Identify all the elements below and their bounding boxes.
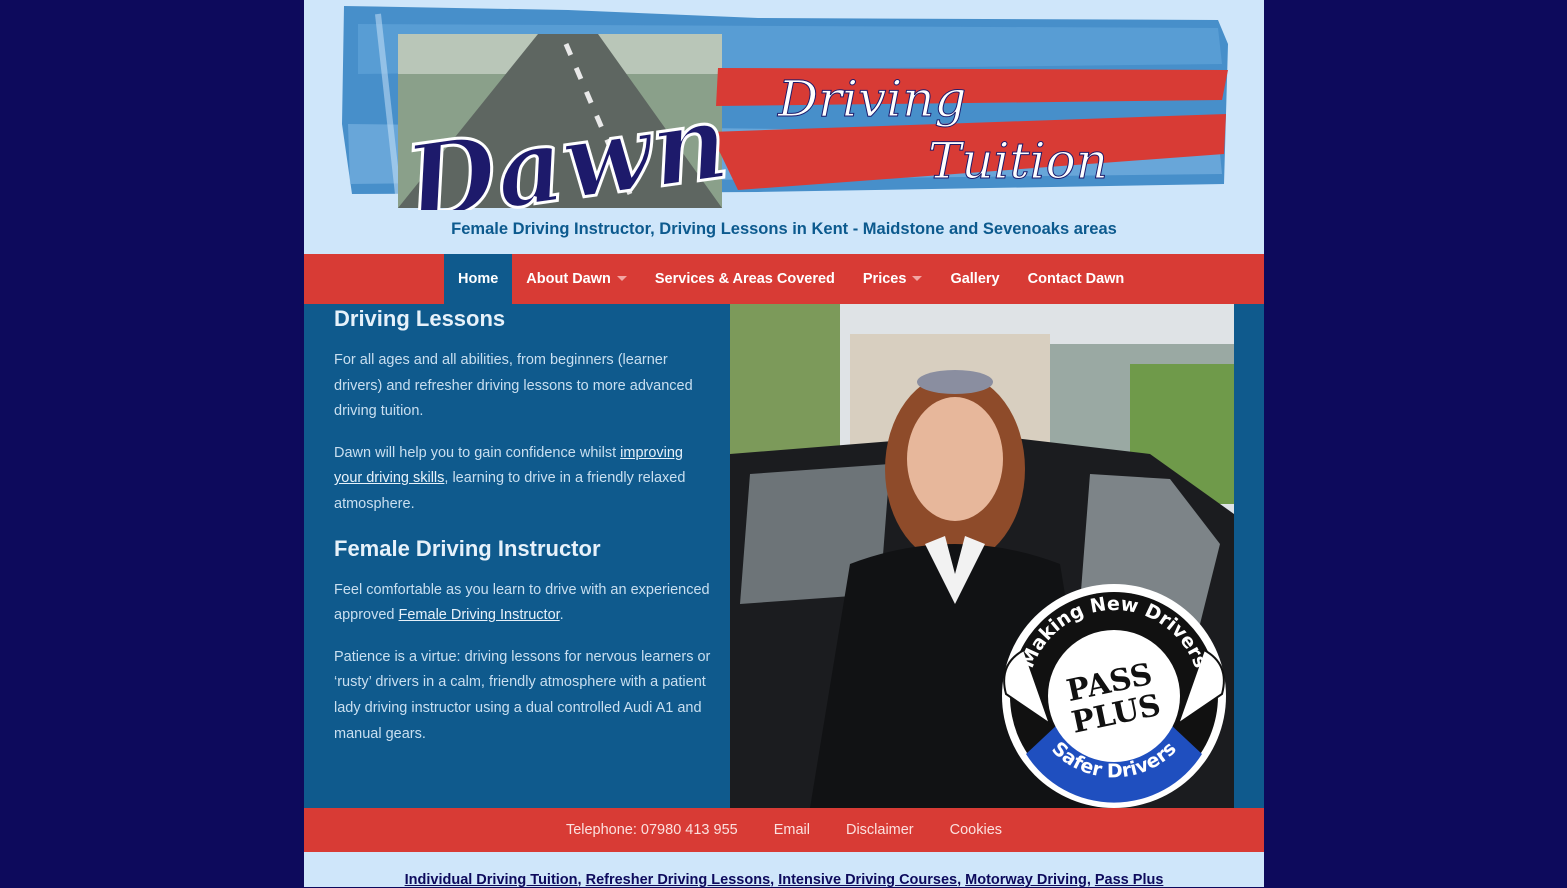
- nav-item-label: Home: [458, 271, 499, 287]
- bottom-links-strip: Individual Driving Tuition, Refresher Dr…: [304, 852, 1264, 888]
- paragraph-patience: Patience is a virtue: driving lessons fo…: [334, 648, 711, 742]
- nav-item-label: Gallery: [950, 271, 1000, 287]
- instructor-photo: Making New Drivers Safer Drivers PASS PL…: [730, 304, 1234, 808]
- main-nav: Home About Dawn Services & Areas Covered…: [304, 254, 1264, 304]
- caret-down-icon: [912, 275, 923, 281]
- nav-item-label: About Dawn: [526, 271, 611, 287]
- nav-item-label: Contact Dawn: [1027, 271, 1125, 287]
- paragraph-ages: For all ages and all abilities, from beg…: [334, 352, 693, 420]
- header: Dawn Driving Tuition Female Driving Inst…: [304, 0, 1264, 254]
- page: Dawn Driving Tuition Female Driving Inst…: [304, 0, 1264, 888]
- bottom-link-refresher-lessons[interactable]: Refresher Driving Lessons: [586, 872, 771, 888]
- footer-bar: Telephone: 07980 413 955 Email Disclaime…: [304, 808, 1264, 852]
- heading-driving-lessons: Driving Lessons: [334, 306, 506, 331]
- nav-item-label: Services & Areas Covered: [654, 271, 835, 287]
- nav-item-home[interactable]: Home: [444, 254, 513, 304]
- bottom-links: Individual Driving Tuition, Refresher Dr…: [404, 872, 1164, 888]
- nav-item-services[interactable]: Services & Areas Covered: [641, 254, 849, 304]
- caret-down-icon: [616, 275, 627, 281]
- text-span: .: [559, 607, 564, 624]
- pass-plus-badge: Making New Drivers Safer Drivers PASS PL…: [1002, 584, 1226, 808]
- nav-item-contact-dawn[interactable]: Contact Dawn: [1014, 254, 1139, 304]
- bottom-link-pass-plus[interactable]: Pass Plus: [1095, 872, 1164, 888]
- footer-link-disclaimer[interactable]: Disclaimer: [846, 822, 914, 838]
- text-span: Dawn will help you to gain confidence wh…: [334, 444, 621, 461]
- footer-telephone[interactable]: Telephone: 07980 413 955: [566, 822, 738, 838]
- link-female-driving-instructor[interactable]: Female Driving Instructor: [399, 607, 560, 623]
- main-content: Driving Lessons For all ages and all abi…: [304, 304, 1264, 808]
- nav-item-label: Prices: [862, 271, 907, 287]
- site-logo[interactable]: Dawn Driving Tuition: [338, 4, 1230, 210]
- nav-item-prices[interactable]: Prices: [849, 254, 937, 304]
- bottom-link-intensive-courses[interactable]: Intensive Driving Courses: [778, 872, 957, 888]
- footer-link-email[interactable]: Email: [774, 822, 810, 838]
- logo-word-driving: Driving: [777, 70, 966, 128]
- footer-link-cookies[interactable]: Cookies: [950, 822, 1002, 838]
- intro-text: Driving Lessons For all ages and all abi…: [334, 304, 714, 747]
- bottom-link-individual-tuition[interactable]: Individual Driving Tuition: [405, 872, 578, 888]
- heading-female-instructor: Female Driving Instructor: [334, 535, 601, 561]
- site-tagline: Female Driving Instructor, Driving Lesso…: [451, 220, 1117, 238]
- logo-word-tuition: Tuition: [928, 132, 1108, 190]
- bottom-link-motorway-driving[interactable]: Motorway Driving: [965, 872, 1087, 888]
- nav-item-about-dawn[interactable]: About Dawn: [512, 254, 641, 304]
- paragraph-confidence: Dawn will help you to gain confidence wh…: [334, 441, 714, 518]
- nav-item-gallery[interactable]: Gallery: [936, 254, 1013, 304]
- paragraph-comfortable: Feel comfortable as you learn to drive w…: [334, 578, 714, 629]
